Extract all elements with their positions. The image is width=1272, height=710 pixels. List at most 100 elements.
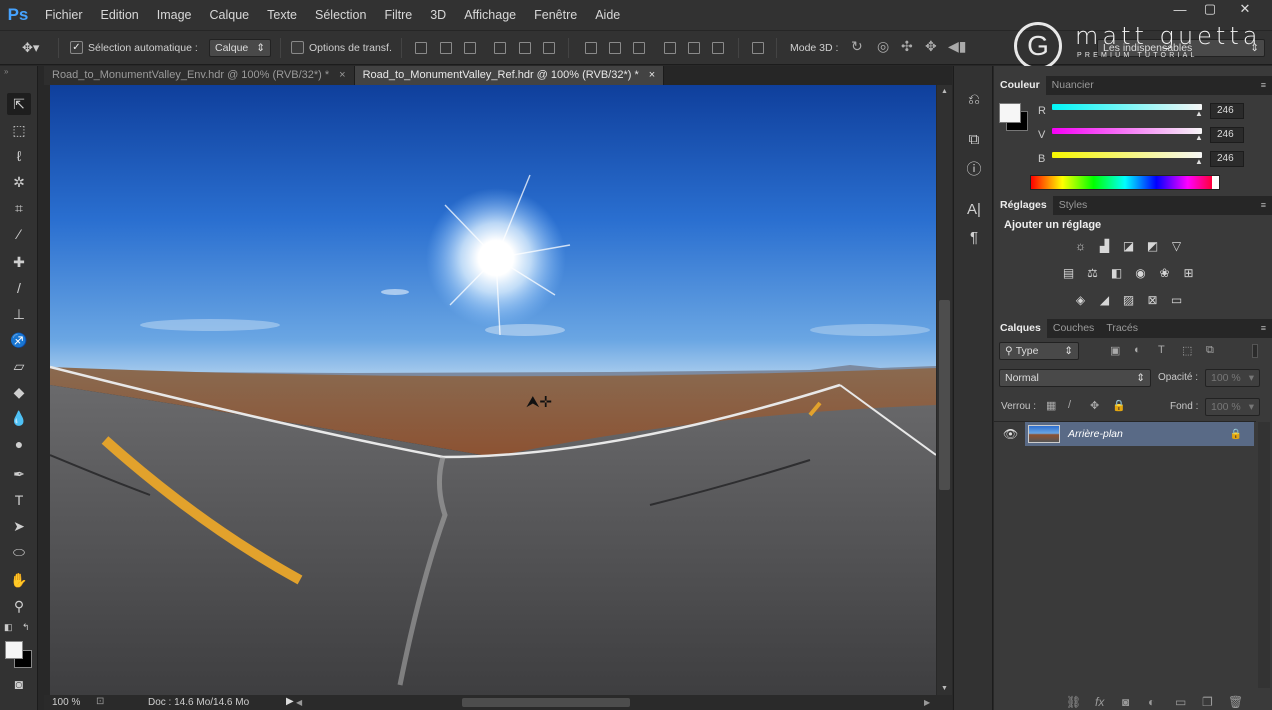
minimize-button[interactable]: —: [1165, 0, 1195, 18]
zoom-tool-icon[interactable]: ⚲: [7, 595, 31, 617]
distribute-left-icon[interactable]: [664, 42, 676, 54]
tab-traces[interactable]: Tracés: [1100, 319, 1144, 338]
lock-pixels-icon[interactable]: /: [1068, 399, 1071, 411]
brightness-contrast-icon[interactable]: ☼: [1072, 239, 1089, 253]
swap-colors-icon[interactable]: ↰: [22, 622, 30, 633]
channel-r-value[interactable]: 246: [1210, 103, 1244, 119]
menu-edition[interactable]: Edition: [92, 0, 148, 30]
layer-style-icon[interactable]: fx: [1095, 695, 1104, 709]
zoom-level[interactable]: 100 %: [52, 697, 80, 708]
history-brush-tool-icon[interactable]: ♐: [7, 329, 31, 351]
dodge-tool-icon[interactable]: ●: [7, 433, 31, 455]
pen-tool-icon[interactable]: ✒: [7, 463, 31, 485]
eye-visibility-icon[interactable]: 👁: [1003, 427, 1018, 441]
brush-tool-icon[interactable]: /: [7, 277, 31, 299]
align-right-icon[interactable]: [543, 42, 555, 54]
transform-controls-checkbox[interactable]: [291, 41, 304, 54]
roll-3d-icon[interactable]: ◎: [877, 38, 889, 55]
hand-tool-icon[interactable]: ✋: [7, 569, 31, 591]
levels-icon[interactable]: ▟: [1096, 239, 1113, 253]
scroll-down-icon[interactable]: ▼: [941, 685, 948, 692]
pan-3d-icon[interactable]: ✣: [901, 38, 913, 55]
tab-env-document[interactable]: Road_to_MonumentValley_Env.hdr @ 100% (R…: [44, 66, 355, 85]
channel-b-value[interactable]: 246: [1210, 151, 1244, 167]
eraser-tool-icon[interactable]: ▱: [7, 355, 31, 377]
layer-lock-icon[interactable]: 🔒: [1230, 429, 1242, 440]
type-tool-icon[interactable]: T: [7, 489, 31, 511]
align-left-icon[interactable]: [494, 42, 506, 54]
auto-select-checkbox[interactable]: ✓: [70, 41, 83, 54]
marquee-tool-icon[interactable]: ⬚: [7, 119, 31, 141]
export-icon[interactable]: ⊡: [96, 696, 104, 707]
info-panel-icon[interactable]: ⓘ: [964, 160, 984, 180]
tab-couleur[interactable]: Couleur: [994, 76, 1046, 95]
lock-position-icon[interactable]: ✥: [1090, 399, 1099, 412]
vertical-scrollbar[interactable]: ▲ ▼: [937, 85, 952, 695]
layer-row-background[interactable]: Arrière-plan 🔒: [1025, 422, 1254, 446]
filter-adjustment-icon[interactable]: ◐: [1134, 344, 1141, 356]
hue-saturation-icon[interactable]: ▤: [1060, 266, 1077, 280]
filter-shape-icon[interactable]: ⬚: [1182, 344, 1192, 357]
close-button[interactable]: ✕: [1230, 0, 1260, 18]
eyedropper-tool-icon[interactable]: ⁄: [7, 223, 31, 245]
move-tool-preset-icon[interactable]: ✥▾: [22, 40, 39, 56]
delete-layer-icon[interactable]: 🗑: [1228, 695, 1243, 709]
panel-menu-icon[interactable]: ≡: [1261, 80, 1266, 90]
align-hcenter-icon[interactable]: [519, 42, 531, 54]
layer-mask-icon[interactable]: ◙: [1122, 695, 1129, 709]
tab-couches[interactable]: Couches: [1047, 319, 1100, 338]
color-balance-icon[interactable]: ⚖: [1084, 266, 1101, 280]
tab-ref-document[interactable]: Road_to_MonumentValley_Ref.hdr @ 100% (R…: [354, 66, 665, 85]
collapse-icon[interactable]: »: [4, 67, 8, 76]
scroll-left-icon[interactable]: ◀: [296, 698, 302, 707]
scale-3d-icon[interactable]: ◀▮: [948, 38, 966, 55]
tab-styles[interactable]: Styles: [1053, 196, 1094, 215]
orbit-3d-icon[interactable]: ↻: [851, 38, 863, 55]
posterize-icon[interactable]: ◢: [1096, 293, 1113, 307]
menu-fichier[interactable]: Fichier: [36, 0, 92, 30]
gradient-map-icon[interactable]: ▭: [1168, 293, 1185, 307]
curves-icon[interactable]: ◪: [1120, 239, 1137, 253]
menu-fenetre[interactable]: Fenêtre: [525, 0, 586, 30]
filter-toggle[interactable]: [1252, 344, 1258, 358]
channel-mixer-icon[interactable]: ❀: [1156, 266, 1173, 280]
distribute-bottom-icon[interactable]: [633, 42, 645, 54]
close-tab-icon[interactable]: ×: [649, 66, 655, 85]
menu-selection[interactable]: Sélection: [306, 0, 375, 30]
crop-tool-icon[interactable]: ⌗: [7, 197, 31, 219]
distribute-top-icon[interactable]: [585, 42, 597, 54]
foreground-color-swatch[interactable]: [5, 641, 23, 659]
color-spectrum-bar[interactable]: [1030, 175, 1220, 190]
filter-smart-object-icon[interactable]: ⧉: [1206, 344, 1214, 357]
menu-affichage[interactable]: Affichage: [455, 0, 525, 30]
auto-select-dropdown[interactable]: Calque ⇕: [209, 39, 271, 57]
channel-r-slider[interactable]: [1052, 104, 1202, 110]
panel-menu-icon[interactable]: ≡: [1261, 200, 1266, 210]
link-layers-icon[interactable]: ⛓: [1066, 695, 1081, 709]
black-white-icon[interactable]: ◧: [1108, 266, 1125, 280]
menu-texte[interactable]: Texte: [258, 0, 306, 30]
lock-transparency-icon[interactable]: ▦: [1046, 399, 1056, 412]
blur-tool-icon[interactable]: 💧: [7, 407, 31, 429]
tab-calques[interactable]: Calques: [994, 319, 1047, 338]
slider-thumb-icon[interactable]: ▲: [1195, 133, 1203, 142]
paragraph-panel-icon[interactable]: ¶: [964, 228, 984, 248]
menu-3d[interactable]: 3D: [421, 0, 455, 30]
opacity-input[interactable]: 100 % ▾: [1205, 369, 1260, 387]
path-selection-tool-icon[interactable]: ➤: [7, 515, 31, 537]
filter-type-icon[interactable]: T: [1158, 344, 1165, 356]
channel-v-value[interactable]: 246: [1210, 127, 1244, 143]
vibrance-icon[interactable]: ▽: [1168, 239, 1185, 253]
slider-thumb-icon[interactable]: ▲: [1195, 157, 1203, 166]
channel-v-slider[interactable]: [1052, 128, 1202, 134]
new-group-icon[interactable]: ▭: [1175, 695, 1186, 709]
white-swatch[interactable]: [1212, 176, 1219, 189]
document-canvas[interactable]: ⮝✛: [50, 85, 936, 695]
align-vcenter-icon[interactable]: [440, 42, 452, 54]
exposure-icon[interactable]: ◩: [1144, 239, 1161, 253]
align-bottom-icon[interactable]: [464, 42, 476, 54]
quick-mask-icon[interactable]: ◙: [7, 673, 31, 695]
photo-filter-icon[interactable]: ◉: [1132, 266, 1149, 280]
lock-all-icon[interactable]: 🔒: [1112, 399, 1126, 412]
new-adjustment-layer-icon[interactable]: ◐: [1148, 695, 1155, 709]
